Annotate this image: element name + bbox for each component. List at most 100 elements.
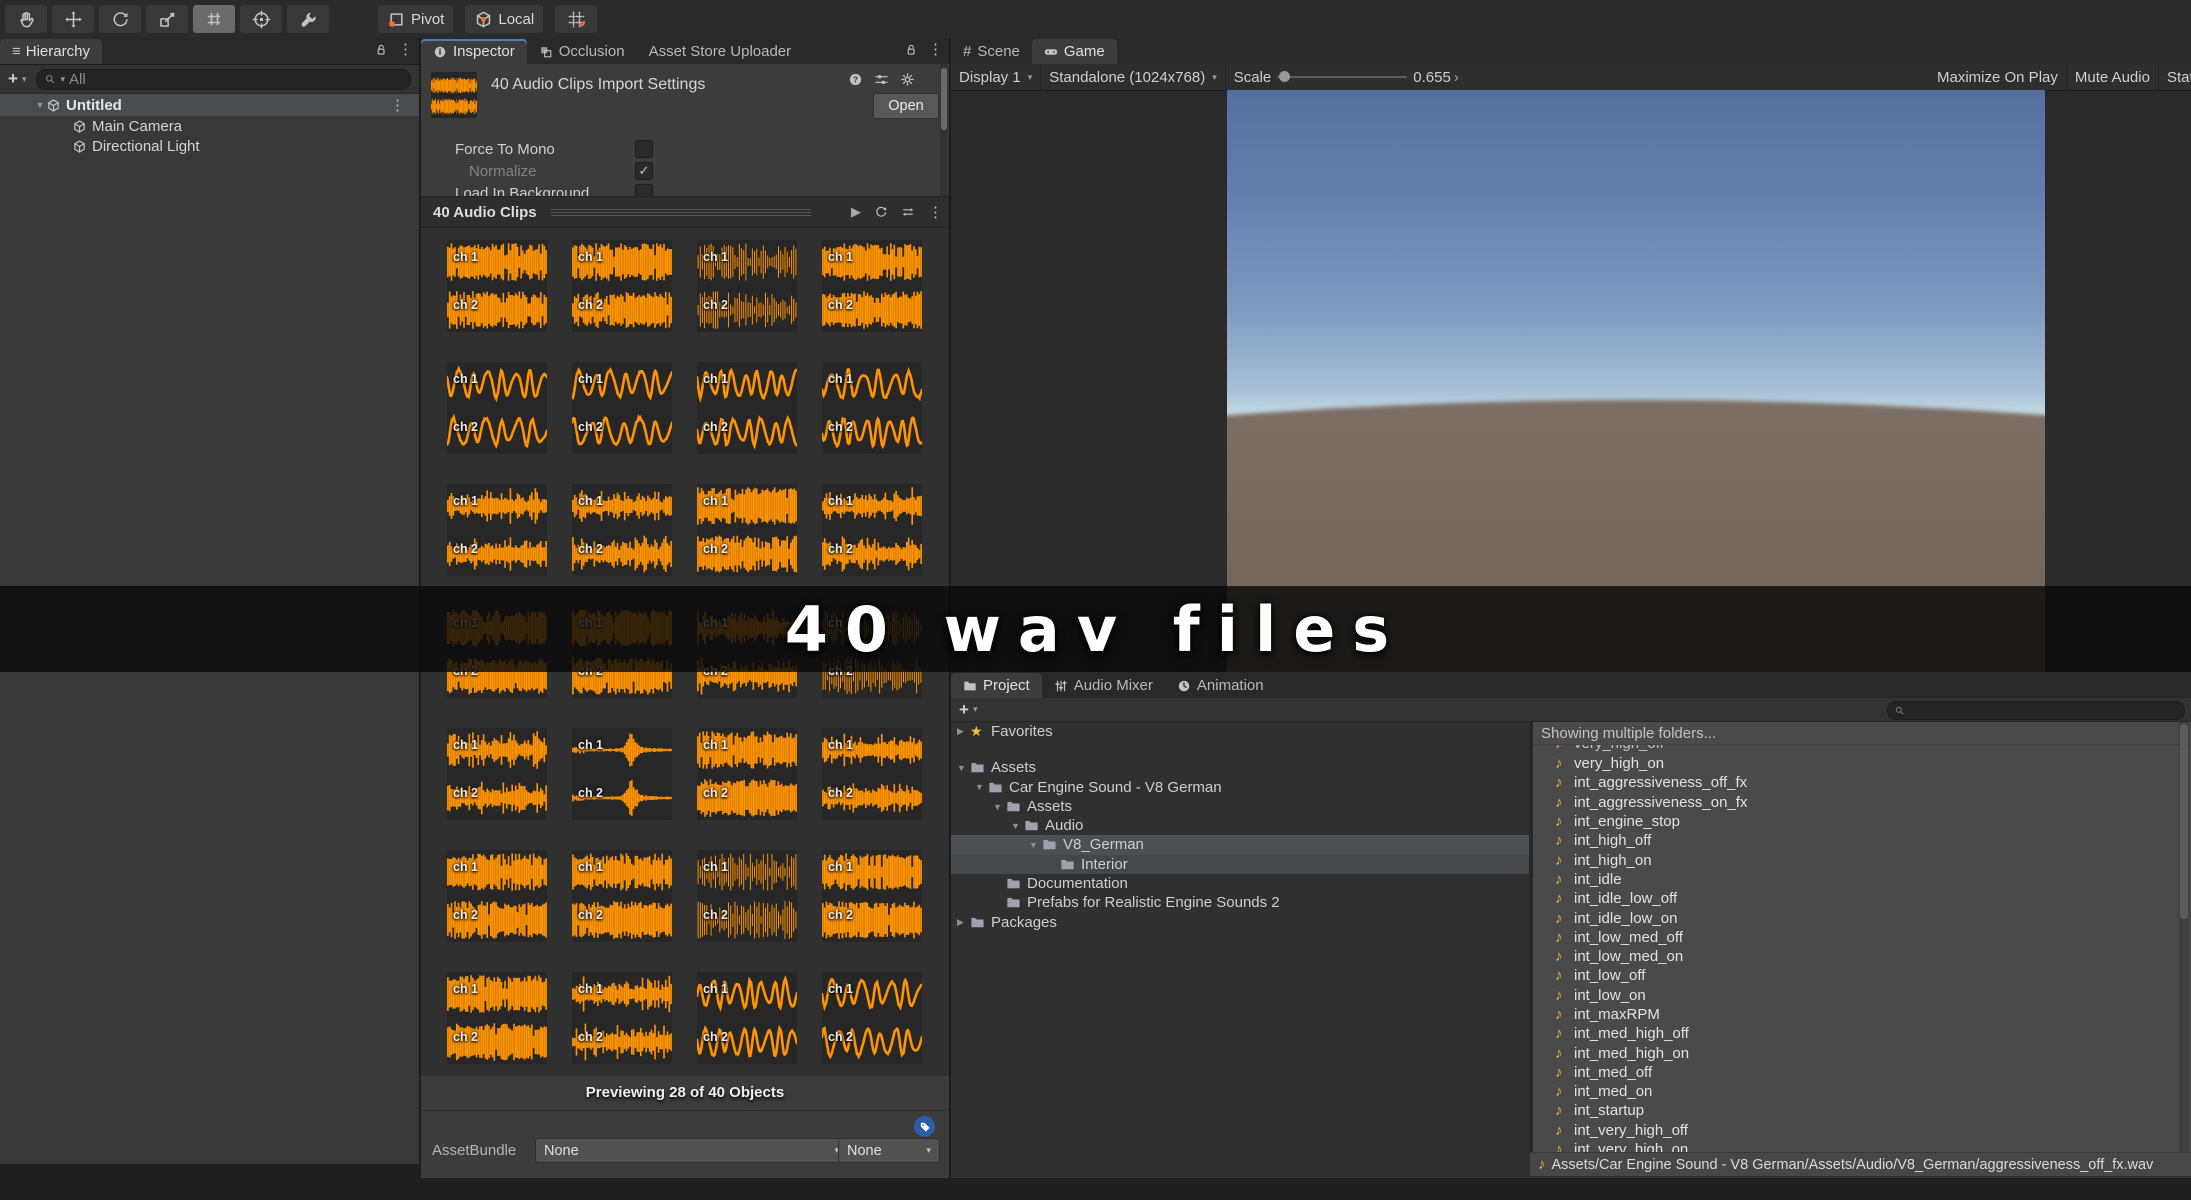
scene-row-untitled[interactable]: ▼ Untitled ⋮ <box>0 94 419 116</box>
tab-occlusion[interactable]: Occlusion <box>527 39 637 64</box>
play-icon[interactable]: ▶ <box>851 204 861 220</box>
stats-button[interactable]: Stats <box>2167 69 2191 86</box>
tab-audio-mixer[interactable]: Audio Mixer <box>1042 673 1165 698</box>
fold-arrow-icon[interactable]: ▼ <box>1029 840 1038 850</box>
tree-item-audio[interactable]: ▼ Audio <box>951 816 1529 835</box>
tree-item-documentation[interactable]: Documentation <box>951 874 1529 893</box>
audio-clip-tile[interactable]: ch 1 ch 2 <box>697 728 797 820</box>
file-item-int_very_high_on[interactable]: ♪ int_very_high_on <box>1533 1140 2191 1152</box>
scale-slider[interactable] <box>1277 71 1408 82</box>
file-item-int_idle_low_off[interactable]: ♪ int_idle_low_off <box>1533 889 2191 908</box>
scrollbar-thumb[interactable] <box>941 68 947 130</box>
audio-clip-tile[interactable]: ch 1 ch 2 <box>572 728 672 820</box>
audio-clip-tile[interactable]: ch 1 ch 2 <box>697 972 797 1064</box>
tab-game[interactable]: Game <box>1031 39 1117 64</box>
fold-arrow-icon[interactable]: ▼ <box>975 782 984 792</box>
tab-asset-store-uploader[interactable]: Asset Store Uploader <box>637 39 804 64</box>
audio-clip-tile[interactable]: ch 1 ch 2 <box>447 972 547 1064</box>
audio-clip-tile[interactable]: ch 1 ch 2 <box>822 362 922 454</box>
add-object-caret-icon[interactable]: ▾ <box>22 74 27 85</box>
help-icon[interactable]: ? <box>848 72 863 87</box>
file-item-int_high_on[interactable]: ♪ int_high_on <box>1533 850 2191 869</box>
tree-item-v8-german[interactable]: ▼ V8_German <box>951 835 1529 855</box>
file-item-int_maxRPM[interactable]: ♪ int_maxRPM <box>1533 1005 2191 1024</box>
file-item-int_aggressiveness_off_fx[interactable]: ♪ int_aggressiveness_off_fx <box>1533 773 2191 792</box>
scrollbar-thumb[interactable] <box>2180 724 2188 919</box>
rotate-tool-button[interactable] <box>99 5 141 33</box>
fold-arrow-icon[interactable]: ▼ <box>1011 821 1020 831</box>
loop-icon[interactable] <box>874 205 888 219</box>
maximize-on-play-button[interactable]: Maximize On Play <box>1937 69 2058 86</box>
file-item-int_low_med_off[interactable]: ♪ int_low_med_off <box>1533 928 2191 947</box>
tree-item-prefabs-for-realistic-engine-sounds-2[interactable]: Prefabs for Realistic Engine Sounds 2 <box>951 893 1529 912</box>
file-item-int_aggressiveness_on_fx[interactable]: ♪ int_aggressiveness_on_fx <box>1533 793 2191 812</box>
tree-item-packages[interactable]: ▶ Packages <box>951 913 1529 932</box>
file-item-int_low_on[interactable]: ♪ int_low_on <box>1533 986 2191 1005</box>
display-dropdown[interactable]: Display 1 <box>959 69 1021 86</box>
audio-clip-tile[interactable]: ch 1 ch 2 <box>822 240 922 332</box>
audio-clip-tile[interactable]: ch 1 ch 2 <box>822 972 922 1064</box>
file-item-very_high_on[interactable]: ♪ very_high_on <box>1533 754 2191 773</box>
checkbox[interactable]: ✓ <box>635 162 653 180</box>
kebab-menu-icon[interactable]: ⋮ <box>398 42 413 57</box>
hierarchy-search-input[interactable]: ▾ All <box>36 68 411 90</box>
presets-icon[interactable] <box>874 72 889 87</box>
custom-tool-button[interactable] <box>287 5 329 33</box>
tree-item-assets[interactable]: ▼ Assets <box>951 797 1529 816</box>
tab-hierarchy[interactable]: ≡ Hierarchy <box>0 39 102 64</box>
local-toggle-button[interactable]: Local <box>465 5 544 33</box>
audio-clip-tile[interactable]: ch 1 ch 2 <box>822 728 922 820</box>
checkbox[interactable] <box>635 140 653 158</box>
audio-clip-tile[interactable]: ch 1 ch 2 <box>697 362 797 454</box>
file-item-int_low_med_on[interactable]: ♪ int_low_med_on <box>1533 947 2191 966</box>
audio-clip-tile[interactable]: ch 1 ch 2 <box>697 240 797 332</box>
open-button[interactable]: Open <box>873 93 939 119</box>
scale-slider-knob[interactable] <box>1279 71 1291 82</box>
lock-icon[interactable] <box>904 43 918 57</box>
file-item-int_med_on[interactable]: ♪ int_med_on <box>1533 1082 2191 1101</box>
audio-clip-tile[interactable]: ch 1 ch 2 <box>572 362 672 454</box>
hand-tool-button[interactable] <box>5 5 47 33</box>
scale-tool-button[interactable] <box>146 5 188 33</box>
file-item-int_engine_stop[interactable]: ♪ int_engine_stop <box>1533 812 2191 831</box>
file-item-int_idle_low_on[interactable]: ♪ int_idle_low_on <box>1533 908 2191 927</box>
file-item-int_startup[interactable]: ♪ int_startup <box>1533 1101 2191 1120</box>
gear-icon[interactable] <box>900 72 915 87</box>
tab-project[interactable]: Project <box>951 673 1042 698</box>
move-tool-button[interactable] <box>52 5 94 33</box>
audio-clip-tile[interactable]: ch 1 ch 2 <box>697 484 797 576</box>
rect-tool-button[interactable] <box>193 5 235 33</box>
create-asset-button[interactable]: + <box>959 700 969 720</box>
file-item-very_high_off[interactable]: ♪ very_high_off <box>1533 745 2191 753</box>
create-asset-caret-icon[interactable]: ▾ <box>973 704 978 715</box>
shuffle-icon[interactable] <box>901 205 915 219</box>
resolution-dropdown[interactable]: Standalone (1024x768) <box>1049 69 1205 86</box>
zoom-chevron[interactable]: › <box>1454 69 1459 86</box>
audio-clip-tile[interactable]: ch 1 ch 2 <box>572 972 672 1064</box>
transform-tool-button[interactable] <box>240 5 282 33</box>
file-item-int_med_high_on[interactable]: ♪ int_med_high_on <box>1533 1043 2191 1062</box>
inspector-scrollbar[interactable] <box>940 64 948 196</box>
fold-arrow-icon[interactable]: ▼ <box>34 100 46 110</box>
audio-clip-tile[interactable]: ch 1 ch 2 <box>447 362 547 454</box>
fold-arrow-icon[interactable]: ▼ <box>957 763 966 773</box>
file-item-int_very_high_off[interactable]: ♪ int_very_high_off <box>1533 1121 2191 1140</box>
assetbundle-variant-dropdown[interactable]: None ▾ <box>838 1138 940 1163</box>
kebab-menu-icon[interactable]: ⋮ <box>928 42 943 57</box>
audio-clip-tile[interactable]: ch 1 ch 2 <box>572 850 672 942</box>
tree-item-assets[interactable]: ▼ Assets <box>951 758 1529 777</box>
preview-scrubber[interactable] <box>550 208 811 216</box>
file-item-int_low_off[interactable]: ♪ int_low_off <box>1533 966 2191 985</box>
tree-item-interior[interactable]: Interior <box>951 854 1529 875</box>
add-object-button[interactable]: + <box>8 69 18 89</box>
file-list-scrollbar[interactable] <box>2179 722 2189 1152</box>
lock-icon[interactable] <box>374 43 388 57</box>
audio-clip-tile[interactable]: ch 1 ch 2 <box>572 240 672 332</box>
grid-snap-button[interactable] <box>555 5 598 33</box>
assetbundle-main-dropdown[interactable]: None ▾ <box>535 1138 848 1163</box>
audio-clip-tile[interactable]: ch 1 ch 2 <box>447 484 547 576</box>
fold-arrow-icon[interactable]: ▼ <box>993 802 1002 812</box>
file-item-int_idle[interactable]: ♪ int_idle <box>1533 870 2191 889</box>
fold-arrow-icon[interactable]: ▶ <box>957 726 964 737</box>
hierarchy-item-main-camera[interactable]: Main Camera <box>0 116 419 136</box>
